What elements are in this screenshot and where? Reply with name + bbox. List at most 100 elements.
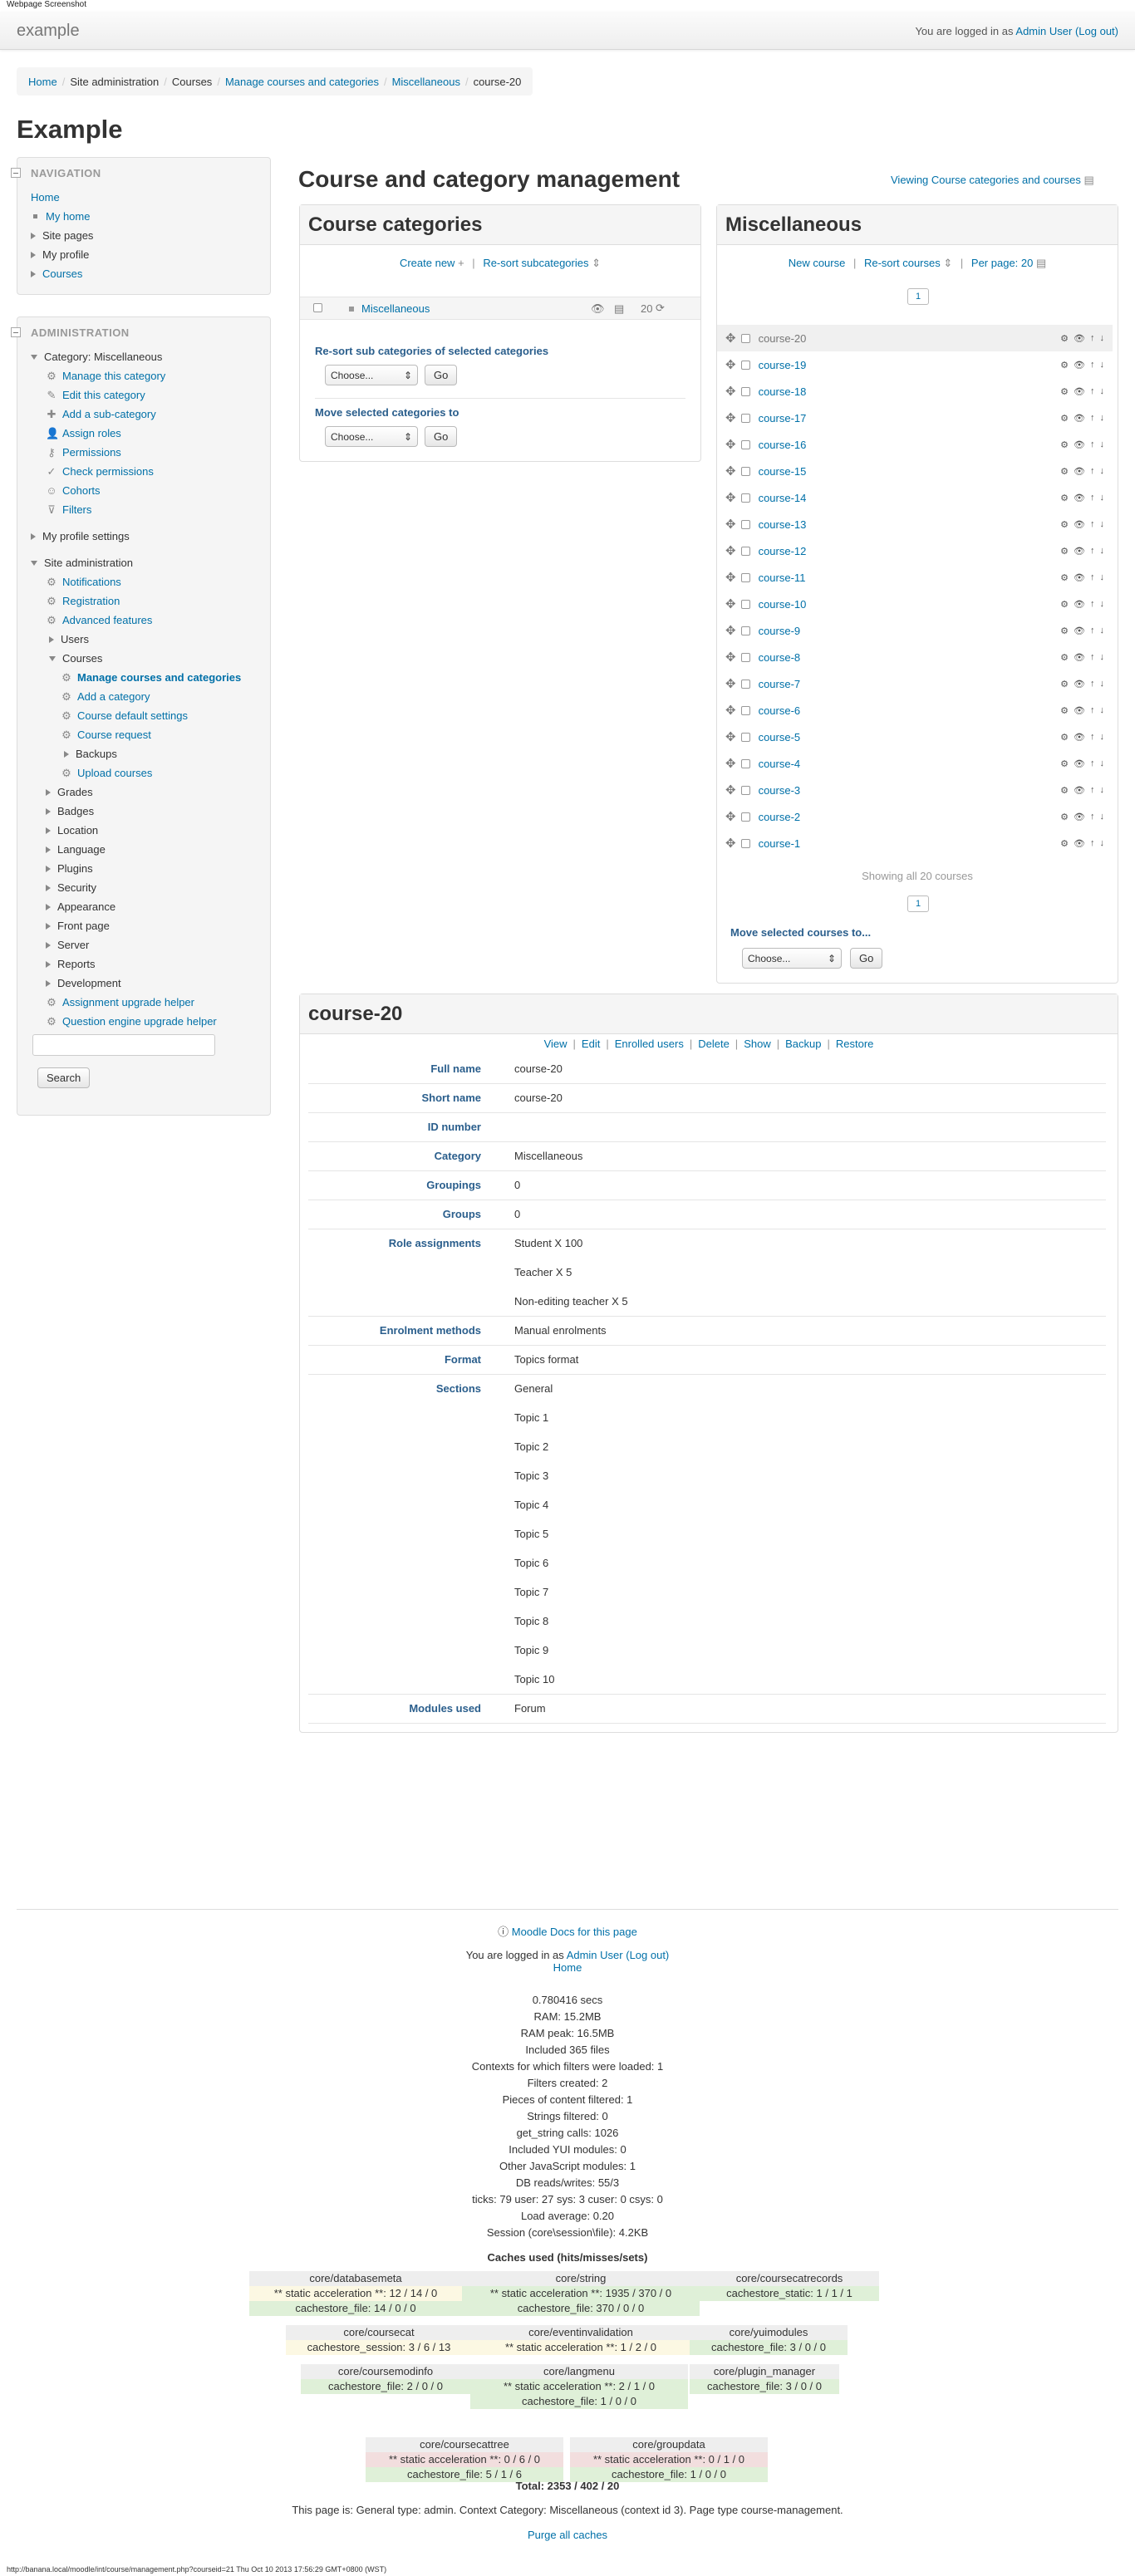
- eye-icon[interactable]: 👁: [1074, 599, 1085, 610]
- course-row[interactable]: ✥ course-11 ⚙ 👁 ↑ ↓: [717, 564, 1113, 591]
- down-arrow-icon[interactable]: ↓: [1100, 705, 1105, 716]
- eye-icon[interactable]: 👁: [1074, 626, 1085, 636]
- course-link[interactable]: course-15: [759, 465, 807, 478]
- breadcrumb-manage[interactable]: Manage courses and categories: [225, 76, 379, 88]
- course-row[interactable]: ✥ course-19 ⚙ 👁 ↑ ↓: [717, 351, 1113, 378]
- collapse-arrow-icon[interactable]: [31, 560, 37, 566]
- gear-icon[interactable]: ⚙: [1060, 785, 1069, 796]
- course-link[interactable]: course-2: [759, 811, 801, 823]
- course-link[interactable]: course-19: [759, 359, 807, 371]
- up-arrow-icon[interactable]: ↑: [1090, 732, 1095, 743]
- gear-icon[interactable]: ⚙: [1060, 572, 1069, 583]
- up-arrow-icon[interactable]: ↑: [1090, 519, 1095, 530]
- course-checkbox[interactable]: [740, 785, 750, 795]
- course-link[interactable]: course-3: [759, 784, 801, 797]
- site-item[interactable]: Grades: [57, 783, 93, 802]
- down-arrow-icon[interactable]: ↓: [1100, 413, 1105, 424]
- expand-icon[interactable]: [46, 903, 51, 910]
- footer-home-link[interactable]: Home: [553, 1961, 582, 1974]
- admin-cat-item[interactable]: Edit this category: [62, 385, 145, 405]
- up-arrow-icon[interactable]: ↑: [1090, 439, 1095, 450]
- new-course-link[interactable]: New course: [789, 257, 846, 269]
- site-item[interactable]: Location: [57, 821, 98, 840]
- course-checkbox[interactable]: [740, 705, 750, 715]
- course-link[interactable]: course-14: [759, 492, 807, 504]
- course-row[interactable]: ✥ course-7 ⚙ 👁 ↑ ↓: [717, 670, 1113, 697]
- down-arrow-icon[interactable]: ↓: [1100, 732, 1105, 743]
- eye-icon[interactable]: 👁: [1074, 705, 1085, 716]
- site-item[interactable]: Language: [57, 840, 106, 859]
- eye-icon[interactable]: 👁: [1074, 679, 1085, 689]
- course-checkbox[interactable]: [740, 386, 750, 396]
- move-icon[interactable]: ✥: [725, 543, 736, 558]
- nav-courses[interactable]: Courses: [42, 264, 82, 283]
- move-icon[interactable]: ✥: [725, 836, 736, 851]
- gear-icon[interactable]: ⚙: [1060, 626, 1069, 636]
- user-link[interactable]: Admin User: [1015, 25, 1072, 37]
- move-categories-go-button[interactable]: Go: [425, 426, 458, 447]
- eye-icon[interactable]: 👁: [1074, 732, 1085, 743]
- breadcrumb-home[interactable]: Home: [28, 76, 57, 88]
- expand-icon[interactable]: [49, 635, 54, 643]
- course-row[interactable]: ✥ course-14 ⚙ 👁 ↑ ↓: [717, 484, 1113, 511]
- course-row[interactable]: ✥ course-6 ⚙ 👁 ↑ ↓: [717, 697, 1113, 724]
- move-icon[interactable]: ✥: [725, 596, 736, 611]
- category-row[interactable]: Miscellaneous 👁 ▤ 20 ⟳: [300, 297, 700, 320]
- down-arrow-icon[interactable]: ↓: [1100, 599, 1105, 610]
- course-link[interactable]: course-17: [759, 412, 807, 424]
- eye-icon[interactable]: 👁: [1074, 758, 1085, 769]
- expand-icon[interactable]: [31, 232, 36, 239]
- course-checkbox[interactable]: [740, 838, 750, 848]
- course-link[interactable]: course-1: [759, 837, 801, 850]
- menu-icon[interactable]: ▤: [614, 302, 624, 316]
- course-row[interactable]: ✥ course-5 ⚙ 👁 ↑ ↓: [717, 724, 1113, 750]
- course-row[interactable]: ✥ course-13 ⚙ 👁 ↑ ↓: [717, 511, 1113, 537]
- course-checkbox[interactable]: [740, 572, 750, 582]
- move-icon[interactable]: ✥: [725, 410, 736, 425]
- expand-icon[interactable]: [46, 960, 51, 968]
- course-item[interactable]: Add a category: [77, 687, 150, 706]
- admin-cat-item[interactable]: Manage this category: [62, 366, 165, 385]
- nav-my-profile[interactable]: My profile: [42, 245, 89, 264]
- course-checkbox[interactable]: [740, 732, 750, 742]
- move-icon[interactable]: ✥: [725, 783, 736, 797]
- down-arrow-icon[interactable]: ↓: [1100, 679, 1105, 689]
- down-arrow-icon[interactable]: ↓: [1100, 546, 1105, 557]
- admin-site-admin[interactable]: Site administration: [44, 553, 133, 572]
- eye-icon[interactable]: 👁: [1074, 519, 1085, 530]
- course-row[interactable]: ✥ course-15 ⚙ 👁 ↑ ↓: [717, 458, 1113, 484]
- eye-icon[interactable]: 👁: [1074, 493, 1085, 503]
- helper-link[interactable]: Assignment upgrade helper: [62, 993, 194, 1012]
- admin-cat-item[interactable]: Add a sub-category: [62, 405, 156, 424]
- up-arrow-icon[interactable]: ↑: [1090, 333, 1095, 344]
- course-row[interactable]: ✥ course-8 ⚙ 👁 ↑ ↓: [717, 644, 1113, 670]
- admin-category[interactable]: Category: Miscellaneous: [44, 347, 162, 366]
- create-new-link[interactable]: Create new: [400, 257, 454, 269]
- course-checkbox[interactable]: [740, 546, 750, 556]
- course-row[interactable]: ✥ course-10 ⚙ 👁 ↑ ↓: [717, 591, 1113, 617]
- up-arrow-icon[interactable]: ↑: [1090, 572, 1095, 583]
- down-arrow-icon[interactable]: ↓: [1100, 519, 1105, 530]
- eye-icon[interactable]: 👁: [1074, 785, 1085, 796]
- per-page-link[interactable]: Per page: 20: [971, 257, 1033, 269]
- eye-icon[interactable]: 👁: [1074, 360, 1085, 370]
- course-checkbox[interactable]: [740, 626, 750, 635]
- down-arrow-icon[interactable]: ↓: [1100, 812, 1105, 822]
- down-arrow-icon[interactable]: ↓: [1100, 333, 1105, 344]
- gear-icon[interactable]: ⚙: [1060, 360, 1069, 370]
- eye-icon[interactable]: 👁: [1074, 838, 1085, 849]
- move-icon[interactable]: ✥: [725, 570, 736, 585]
- viewing-link[interactable]: Viewing Course categories and courses: [891, 174, 1081, 186]
- up-arrow-icon[interactable]: ↑: [1090, 386, 1095, 397]
- course-link[interactable]: course-4: [759, 758, 801, 770]
- footer-logout-link[interactable]: (Log out): [626, 1949, 669, 1961]
- moodle-docs-link[interactable]: Moodle Docs for this page: [512, 1926, 637, 1938]
- move-icon[interactable]: ✥: [725, 703, 736, 718]
- course-link[interactable]: course-6: [759, 704, 801, 717]
- move-icon[interactable]: ✥: [725, 517, 736, 532]
- up-arrow-icon[interactable]: ↑: [1090, 812, 1095, 822]
- move-icon[interactable]: ✥: [725, 756, 736, 771]
- expand-icon[interactable]: [46, 807, 51, 815]
- down-arrow-icon[interactable]: ↓: [1100, 652, 1105, 663]
- site-item[interactable]: Front page: [57, 916, 110, 935]
